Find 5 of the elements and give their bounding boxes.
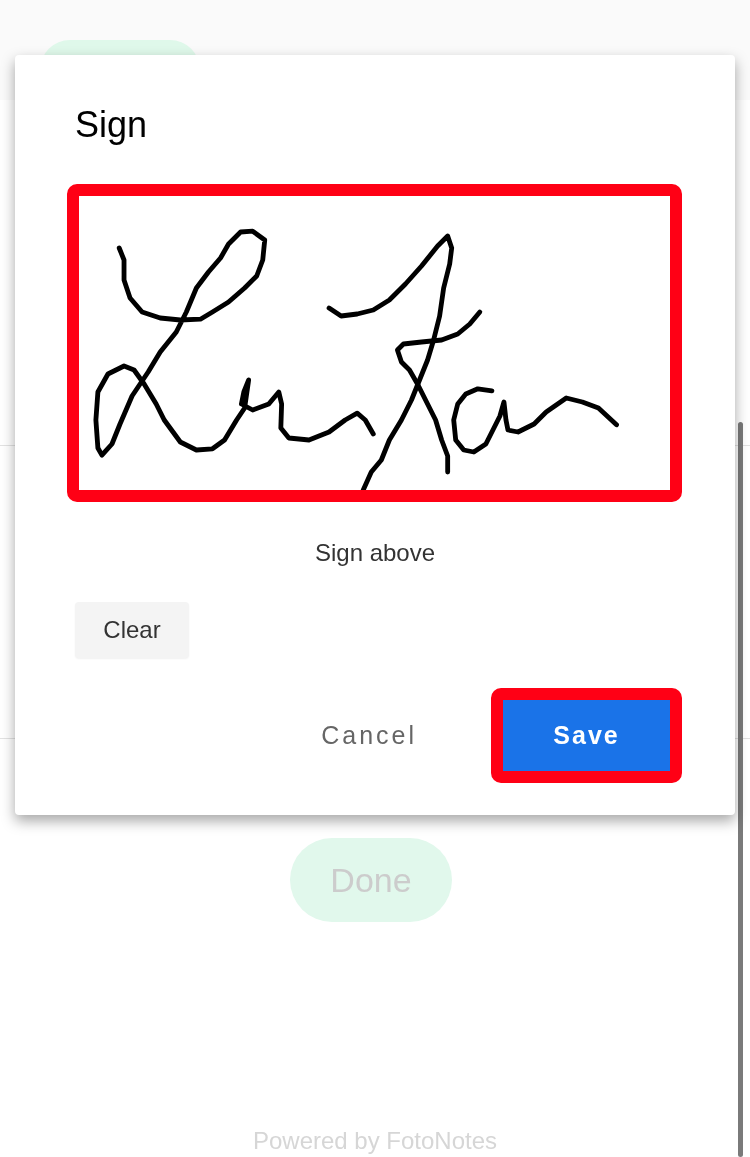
sign-above-hint: Sign above xyxy=(314,538,436,568)
cancel-button[interactable]: Cancel xyxy=(295,688,443,783)
save-button[interactable]: Save xyxy=(491,688,682,783)
clear-button[interactable]: Clear xyxy=(75,602,189,658)
dialog-title: Sign xyxy=(75,104,148,145)
